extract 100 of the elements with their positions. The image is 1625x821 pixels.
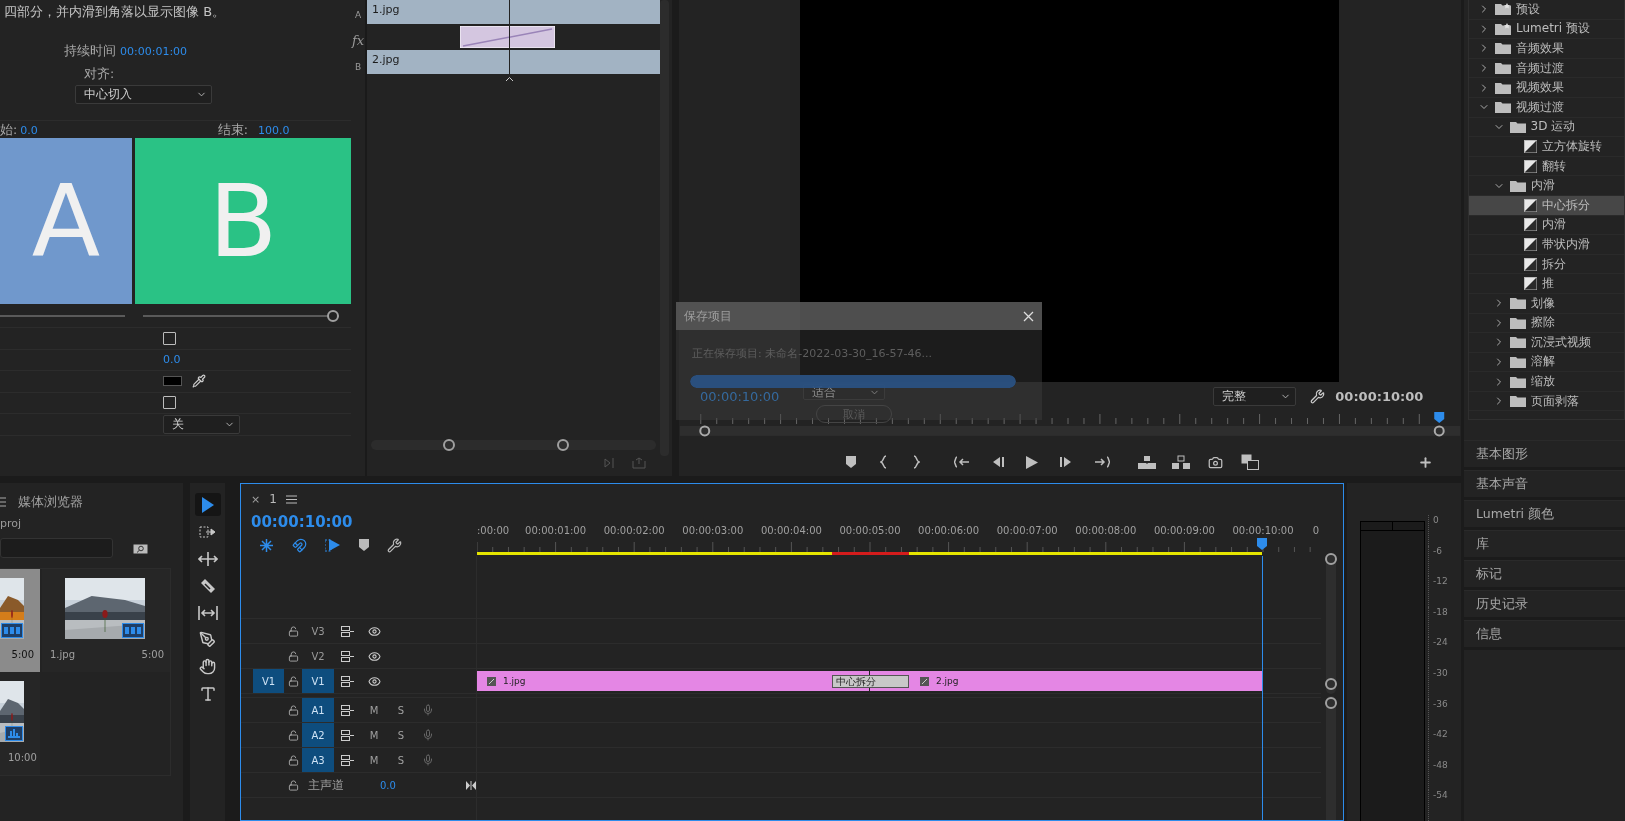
panel-header[interactable]: 信息 [1464, 620, 1625, 650]
step-forward-icon[interactable] [1060, 456, 1072, 469]
vertical-scrollbar[interactable] [660, 0, 669, 456]
tree-item[interactable]: 立方体旋转 [1469, 137, 1624, 157]
tree-item[interactable]: 中心拆分 [1469, 195, 1624, 216]
track-target-button[interactable]: V3 [302, 619, 334, 643]
panel-header[interactable]: 基本图形 [1464, 440, 1625, 470]
time-ruler[interactable]: :00:00 00:00:01:00 00:00:02:00 00:00:03:00 00:00:04:00 00:00:05:00 00:00:06:00 00:00:07:00 00:00:08:00 00:00:09:00 00:00:10:00 0 [477, 484, 1321, 556]
tree-item[interactable]: 页面剥落 [1469, 391, 1624, 412]
nest-icon[interactable] [259, 537, 274, 553]
lock-icon[interactable] [287, 754, 299, 766]
color-swatch[interactable] [163, 376, 182, 387]
mark-out-icon[interactable] [912, 455, 920, 470]
solo-button[interactable]: S [397, 729, 405, 741]
align-dropdown[interactable]: 中心切入 [75, 85, 212, 104]
step-back-icon[interactable] [992, 456, 1004, 469]
linked-selection-icon[interactable] [325, 537, 341, 553]
microphone-icon[interactable] [422, 729, 434, 741]
solo-button[interactable]: S [397, 754, 405, 766]
slider-thumb[interactable] [327, 309, 339, 322]
play-icon[interactable] [1026, 455, 1038, 469]
snap-magnet-icon[interactable] [292, 537, 307, 553]
settings-icon[interactable] [1310, 388, 1326, 404]
solo-button[interactable]: S [397, 704, 405, 716]
eyedropper-icon[interactable] [192, 374, 206, 389]
eye-icon[interactable] [367, 674, 381, 688]
tree-item[interactable]: 内滑 [1469, 215, 1624, 236]
panel-header[interactable]: 标记 [1464, 560, 1625, 590]
playhead-marker[interactable] [1255, 538, 1269, 552]
tree-item[interactable]: 带状内滑 [1469, 235, 1624, 255]
track-target-button[interactable]: V1 [302, 669, 334, 693]
dropdown[interactable]: 关 [163, 414, 240, 434]
microphone-icon[interactable] [422, 754, 434, 766]
lock-icon[interactable] [287, 704, 299, 716]
video-scrollbar[interactable] [1326, 556, 1336, 694]
quality-dropdown[interactable]: 完整 [1213, 386, 1297, 406]
master-volume-value[interactable]: 0.0 [380, 779, 396, 791]
add-button-icon[interactable] [1418, 455, 1433, 471]
lock-icon[interactable] [287, 625, 299, 637]
sync-lock-icon[interactable] [340, 625, 354, 637]
lock-icon[interactable] [287, 779, 299, 791]
tree-item[interactable]: Lumetri 预设 [1469, 19, 1624, 40]
tree-item[interactable]: 拆分 [1469, 254, 1624, 275]
timeline-timecode[interactable]: 00:00:10:00 [251, 510, 477, 534]
track-target-button[interactable]: V2 [302, 644, 334, 668]
source-patch-button[interactable]: V1 [253, 669, 284, 693]
end-slider[interactable] [143, 309, 339, 322]
camera-icon[interactable] [1208, 454, 1223, 470]
media-browser-tab[interactable]: 媒体浏览器 [18, 493, 83, 511]
mark-in-icon[interactable] [880, 455, 888, 470]
track-target-button[interactable]: A3 [302, 748, 334, 772]
audio-scrollbar[interactable] [1326, 696, 1336, 820]
track-target-button[interactable]: A1 [302, 698, 334, 722]
sync-lock-icon[interactable] [340, 729, 354, 741]
tree-item[interactable]: 推 [1469, 274, 1624, 294]
tree-item[interactable]: 内滑 [1469, 176, 1624, 196]
tool-button[interactable] [194, 493, 221, 516]
collapse-icon[interactable] [465, 780, 476, 790]
sync-lock-icon[interactable] [340, 754, 354, 766]
transition-clip[interactable]: 中心拆分 [832, 675, 909, 688]
tree-item[interactable]: 3D 运动 [1469, 117, 1624, 138]
mute-button[interactable]: M [369, 729, 379, 741]
mute-button[interactable]: M [369, 754, 379, 766]
media-item[interactable]: 5:00 [0, 569, 40, 672]
tree-item[interactable]: 缩放 [1469, 372, 1624, 392]
lock-icon[interactable] [287, 729, 299, 741]
razor-icon[interactable] [199, 577, 216, 594]
mute-button[interactable]: M [369, 704, 379, 716]
duration-value[interactable]: 00:00:01:00 [120, 45, 188, 58]
sequence-tab[interactable]: 1 [269, 492, 277, 506]
tree-item[interactable]: 擦除 [1469, 313, 1624, 334]
lock-icon[interactable] [287, 675, 299, 687]
end-value[interactable]: 100.0 [257, 124, 290, 137]
sync-lock-icon[interactable] [340, 675, 354, 687]
lift-icon[interactable] [1138, 455, 1156, 470]
panel-header[interactable]: Lumetri 颜色 [1464, 500, 1625, 530]
tree-item[interactable]: 沉浸式视频 [1469, 333, 1624, 353]
tree-item[interactable]: 视频效果 [1469, 78, 1624, 98]
extract-icon[interactable] [1172, 455, 1190, 470]
microphone-icon[interactable] [422, 704, 434, 716]
marker-icon[interactable] [846, 456, 856, 469]
tree-item[interactable]: 音频效果 [1469, 39, 1624, 59]
tree-item[interactable]: 预设 [1469, 0, 1624, 20]
close-tab-button[interactable]: × [251, 492, 261, 506]
selection-arrow-icon[interactable] [200, 495, 215, 514]
panel-header[interactable]: 历史记录 [1464, 590, 1625, 620]
go-to-out-icon[interactable] [1094, 456, 1110, 469]
panel-header[interactable]: 库 [1464, 530, 1625, 560]
eye-icon[interactable] [367, 624, 381, 638]
marker-icon[interactable] [359, 539, 369, 551]
menu-icon[interactable] [285, 494, 297, 504]
find-icon[interactable] [133, 542, 148, 554]
eye-icon[interactable] [367, 649, 381, 663]
tree-item[interactable]: 翻转 [1469, 156, 1624, 177]
panel-header[interactable]: 基本声音 [1464, 470, 1625, 500]
settings-icon[interactable] [387, 537, 402, 553]
track-target-button[interactable]: A2 [302, 723, 334, 747]
track-select-icon[interactable] [198, 525, 217, 538]
sync-lock-icon[interactable] [340, 650, 354, 662]
tree-item[interactable]: 划像 [1469, 293, 1624, 314]
